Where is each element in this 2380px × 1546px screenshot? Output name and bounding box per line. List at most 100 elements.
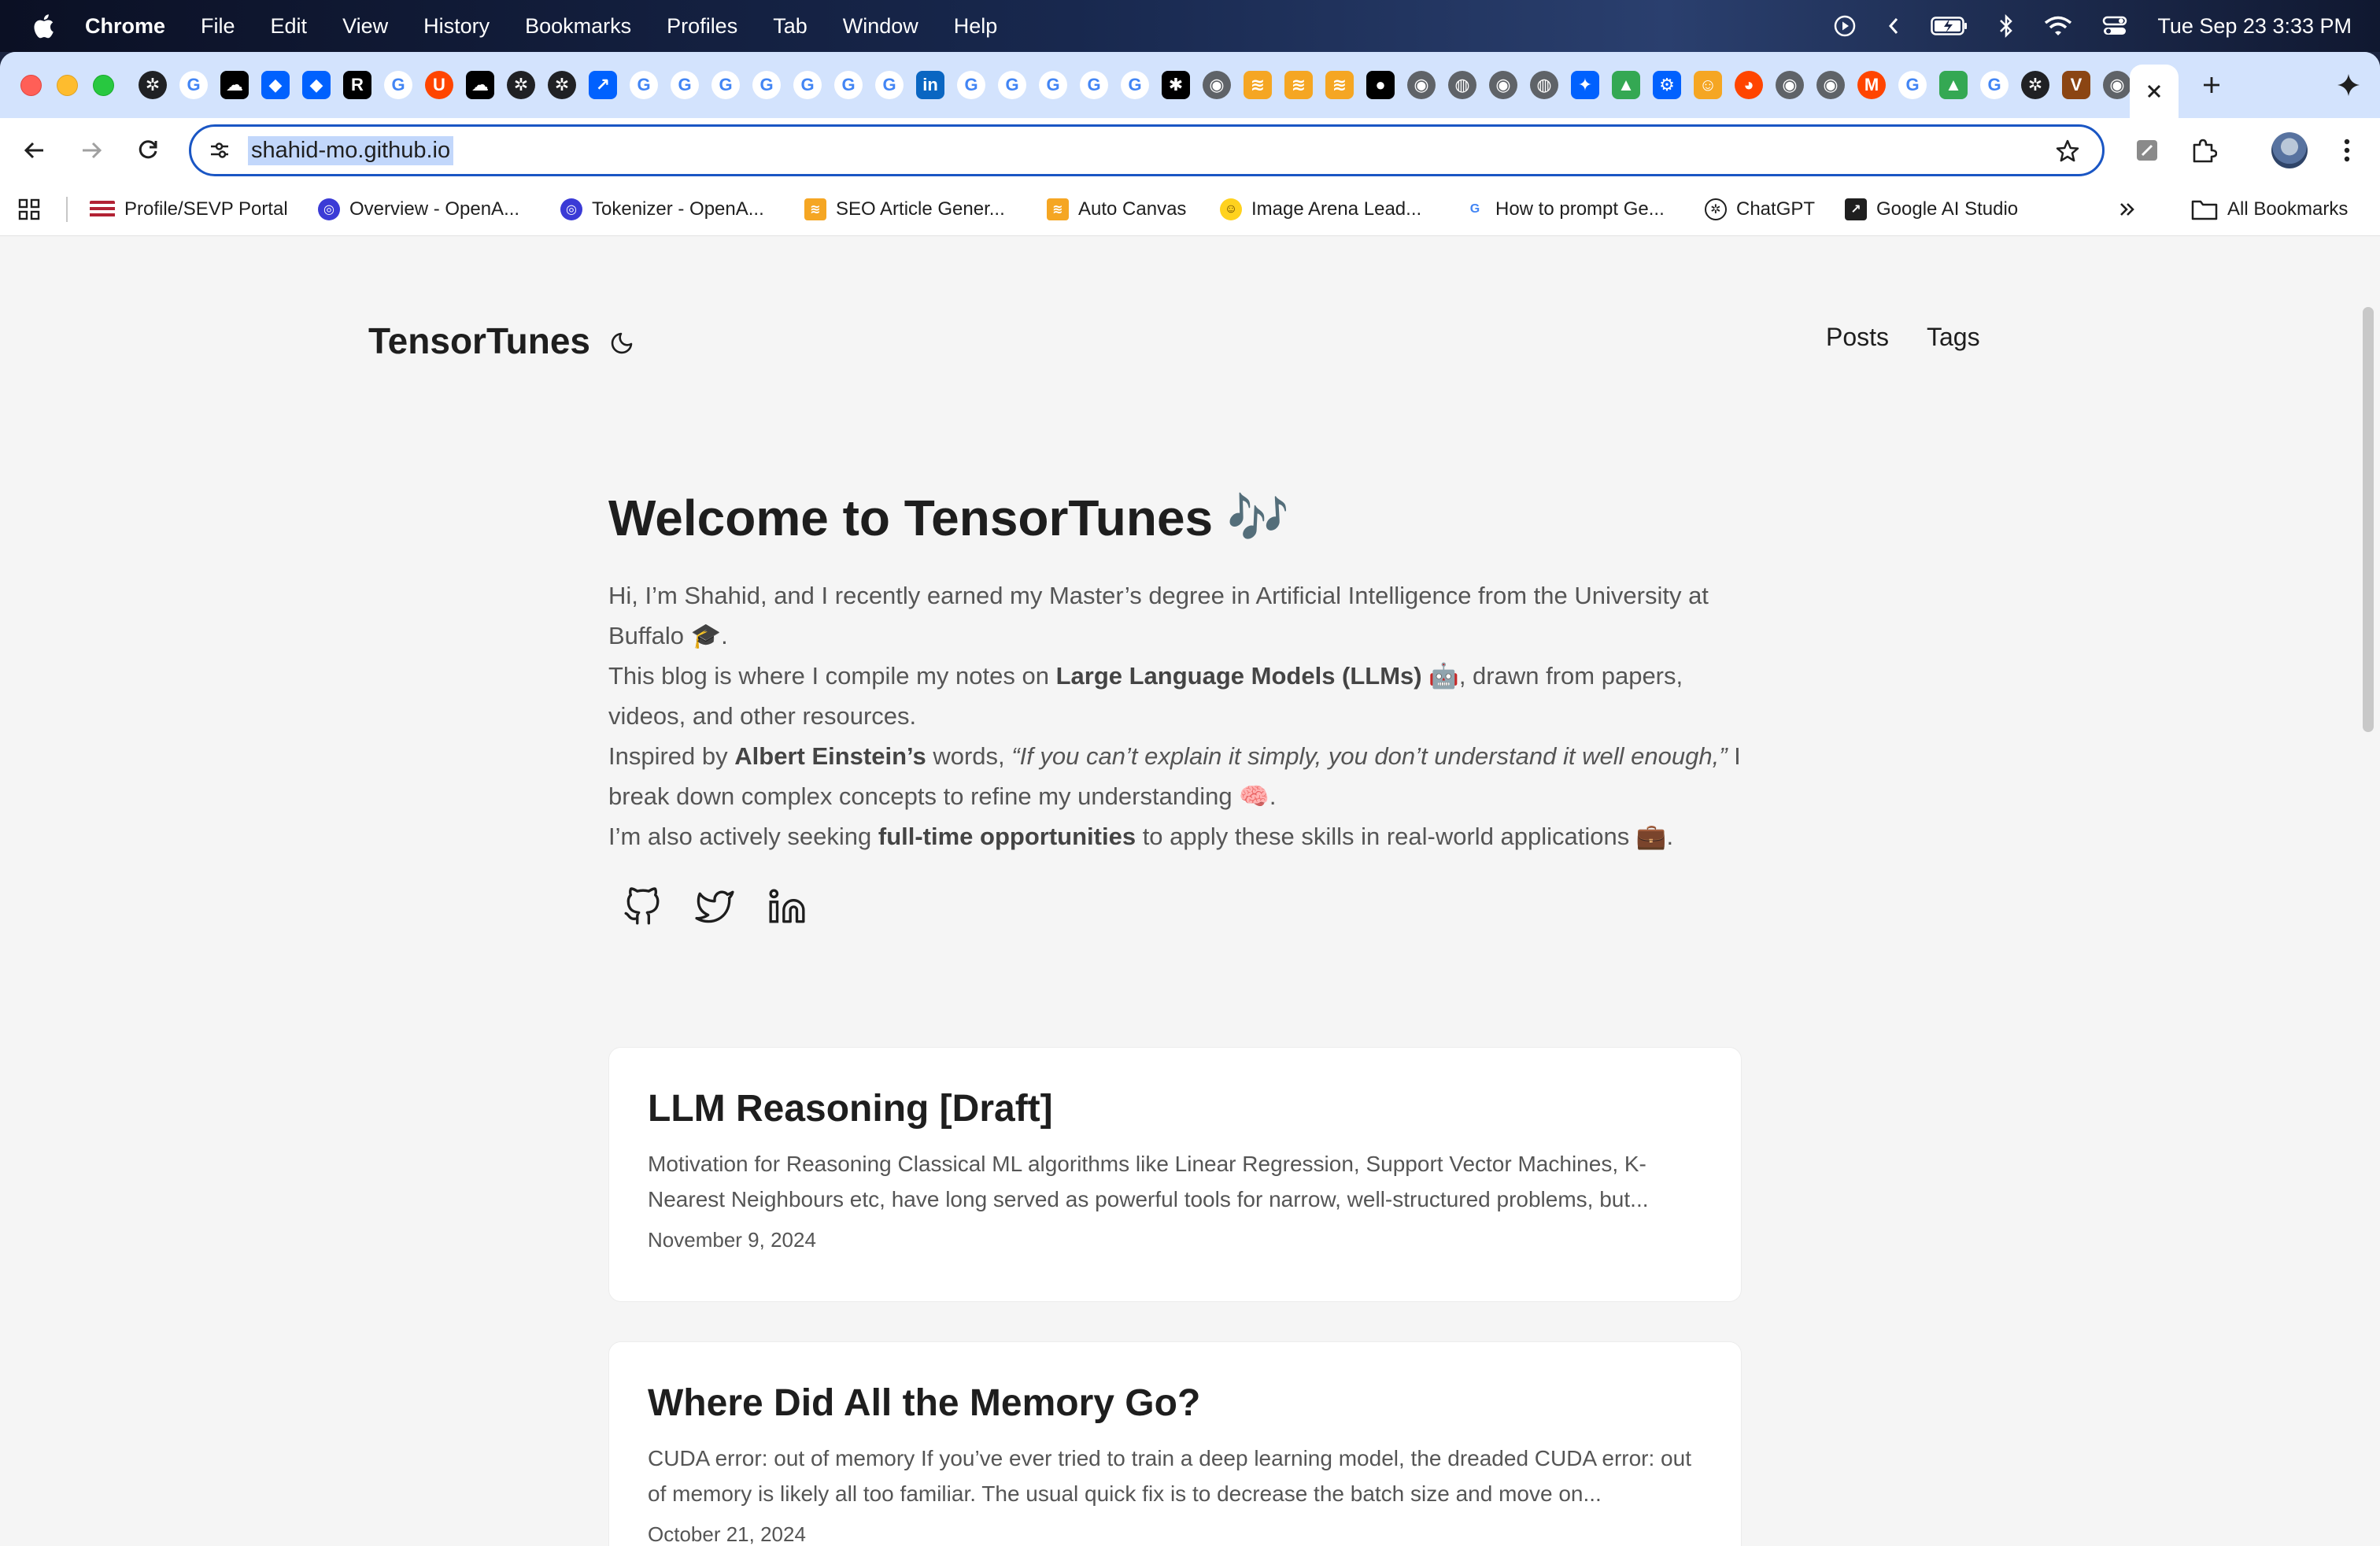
google-icon[interactable]: G (1898, 71, 1927, 99)
globe-icon[interactable]: ◍ (1448, 71, 1476, 99)
replit-icon[interactable]: R (343, 71, 371, 99)
chrome-icon[interactable]: ◉ (1407, 71, 1436, 99)
bookmark-item[interactable]: ↗ Google AI Studio (1845, 194, 2018, 225)
google-icon[interactable]: G (793, 71, 822, 99)
menu-history[interactable]: History (423, 14, 490, 39)
nav-tags-link[interactable]: Tags (1927, 323, 1980, 352)
chrome-icon[interactable]: ◉ (2103, 71, 2131, 99)
post-card[interactable]: LLM Reasoning [Draft] Motivation for Rea… (608, 1047, 1742, 1302)
bookmark-item[interactable]: ◎ Overview - OpenA... (318, 194, 519, 225)
theme-toggle-button[interactable] (608, 326, 639, 357)
minimize-window-button[interactable] (57, 75, 78, 96)
media-play-icon[interactable] (1833, 14, 1857, 38)
post-title[interactable]: Where Did All the Memory Go? (648, 1381, 1703, 1425)
openai-icon[interactable]: ✲ (139, 71, 167, 99)
post-title[interactable]: LLM Reasoning [Draft] (648, 1087, 1703, 1130)
gmail-icon[interactable]: M (1857, 71, 1886, 99)
twitter-link[interactable] (694, 886, 735, 927)
reload-button[interactable] (131, 133, 165, 168)
dark-icon[interactable]: ● (1366, 71, 1395, 99)
openai-icon[interactable]: ✲ (507, 71, 535, 99)
close-window-button[interactable] (20, 75, 42, 96)
google-icon[interactable]: G (875, 71, 904, 99)
bookmark-item[interactable]: Profile/SEVP Portal (90, 194, 288, 225)
bookmark-star-button[interactable] (2050, 134, 2085, 168)
gear-icon[interactable]: ⚙ (1653, 71, 1681, 99)
back-button[interactable] (17, 133, 52, 168)
wifi-icon[interactable] (2044, 15, 2072, 37)
extensions-menu-button[interactable] (2186, 133, 2221, 168)
chrome-icon[interactable]: ◉ (1776, 71, 1804, 99)
close-tab-icon[interactable] (2145, 82, 2164, 101)
google-icon[interactable]: G (998, 71, 1026, 99)
google-icon[interactable]: G (179, 71, 208, 99)
menu-bookmarks[interactable]: Bookmarks (525, 14, 631, 39)
gemini-button[interactable] (2331, 68, 2366, 102)
control-center-icon[interactable] (2102, 15, 2127, 37)
openai-icon[interactable]: ✲ (2021, 71, 2049, 99)
reddit-icon[interactable]: ◕ (1735, 71, 1763, 99)
url-text[interactable]: shahid-mo.github.io (248, 135, 454, 165)
bluetooth-icon[interactable] (1998, 13, 2014, 39)
google-icon[interactable]: G (1980, 71, 2009, 99)
menu-file[interactable]: File (201, 14, 235, 39)
apps-button[interactable] (17, 194, 41, 225)
bookmark-item[interactable]: ✲ ChatGPT (1705, 194, 1815, 225)
nav-posts-link[interactable]: Posts (1826, 323, 1889, 352)
google-icon[interactable]: G (671, 71, 699, 99)
gemini-icon[interactable]: ✦ (1571, 71, 1599, 99)
drive-icon[interactable]: ▲ (1612, 71, 1640, 99)
chrome-icon[interactable]: ◉ (1816, 71, 1845, 99)
bookmark-item[interactable]: ◎ Tokenizer - OpenA... (560, 194, 764, 225)
menubar-clock[interactable]: Tue Sep 23 3:33 PM (2157, 14, 2352, 39)
chevron-left-icon[interactable] (1887, 14, 1901, 38)
site-info-button[interactable] (202, 133, 237, 168)
cloud-icon[interactable]: ☁ (466, 71, 494, 99)
google-icon[interactable]: G (1039, 71, 1067, 99)
dropbox-icon[interactable]: ◆ (302, 71, 331, 99)
linkedin-link[interactable] (767, 886, 808, 927)
menu-edit[interactable]: Edit (271, 14, 308, 39)
hugging-face-icon[interactable]: ☺ (1694, 71, 1722, 99)
forward-button[interactable] (74, 133, 109, 168)
google-icon[interactable]: G (384, 71, 412, 99)
stack-icon[interactable]: ≋ (1284, 71, 1313, 99)
drive-icon[interactable]: ▲ (1939, 71, 1968, 99)
bookmark-item[interactable]: ≋ Auto Canvas (1047, 194, 1186, 225)
usn-icon[interactable]: U (425, 71, 453, 99)
github-link[interactable] (622, 886, 663, 927)
maximize-window-button[interactable] (93, 75, 114, 96)
google-icon[interactable]: G (711, 71, 740, 99)
scrollbar-thumb[interactable] (2363, 307, 2374, 732)
arrow-icon[interactable]: ↗ (589, 71, 617, 99)
google-icon[interactable]: G (834, 71, 863, 99)
bookmark-item[interactable]: ☺ Image Arena Lead... (1220, 194, 1421, 225)
linkedin-icon[interactable]: in (916, 71, 944, 99)
active-tab[interactable] (2130, 65, 2179, 118)
google-icon[interactable]: G (630, 71, 658, 99)
menu-window[interactable]: Window (843, 14, 918, 39)
v-icon[interactable]: V (2062, 71, 2090, 99)
profile-avatar[interactable] (2271, 132, 2308, 168)
stack-icon[interactable]: ≋ (1244, 71, 1272, 99)
openai-icon[interactable]: ✲ (548, 71, 576, 99)
google-icon[interactable]: G (752, 71, 781, 99)
new-tab-button[interactable] (2196, 69, 2227, 101)
menu-view[interactable]: View (342, 14, 388, 39)
battery-icon[interactable] (1931, 16, 1968, 36)
menu-help[interactable]: Help (954, 14, 998, 39)
menu-app-name[interactable]: Chrome (85, 14, 165, 39)
chrome-menu-button[interactable] (2330, 133, 2364, 168)
dropbox-icon[interactable]: ◆ (261, 71, 290, 99)
chrome-icon[interactable]: ◉ (1203, 71, 1231, 99)
google-icon[interactable]: G (957, 71, 985, 99)
extension-button[interactable] (2130, 133, 2164, 168)
site-logo-link[interactable]: TensorTunes (368, 320, 590, 362)
all-bookmarks-button[interactable]: All Bookmarks (2191, 194, 2348, 225)
more-bookmarks-button[interactable] (2117, 194, 2138, 225)
google-icon[interactable]: G (1121, 71, 1149, 99)
post-card[interactable]: Where Did All the Memory Go? CUDA error:… (608, 1341, 1742, 1546)
cloud-icon[interactable]: ☁ (220, 71, 249, 99)
bug-icon[interactable]: ✱ (1162, 71, 1190, 99)
menu-tab[interactable]: Tab (773, 14, 808, 39)
